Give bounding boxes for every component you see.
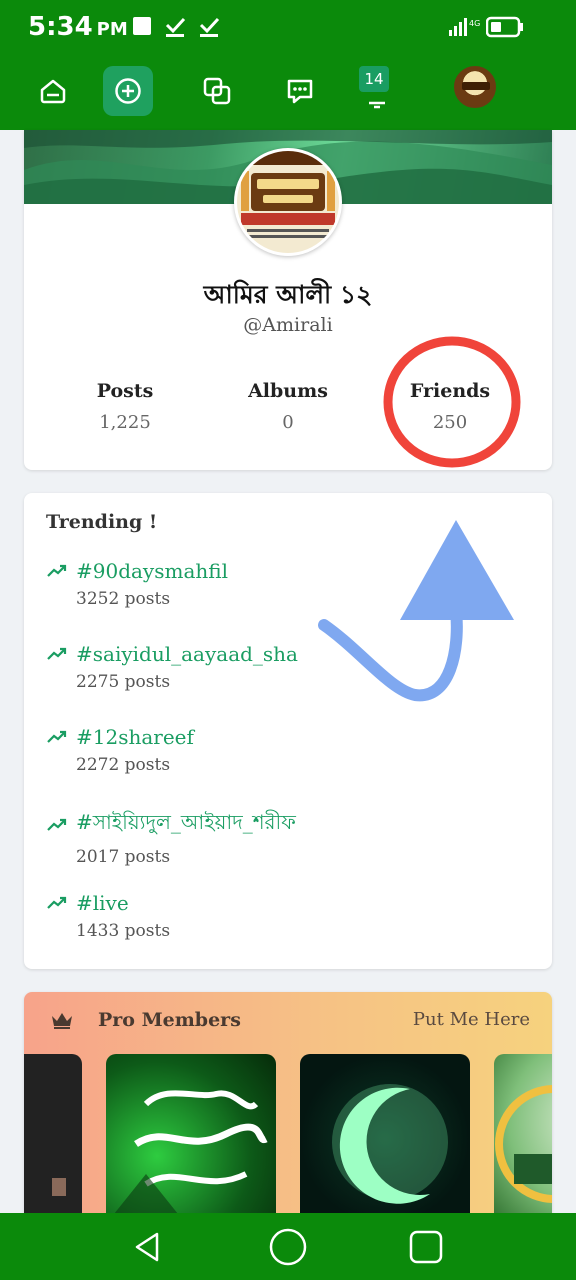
member-image: [107, 1090, 268, 1222]
pro-member-thumbnail[interactable]: [300, 1054, 470, 1222]
stat-label: Friends: [409, 380, 491, 402]
trending-up-icon: [47, 896, 67, 909]
status-ampm: PM: [96, 19, 128, 40]
trend-item[interactable]: #সাইয়্যিদুল_আইয়াদ_শরীফ 2017 posts: [46, 808, 306, 867]
pro-members-card: Pro Members Put Me Here: [24, 992, 552, 1222]
download-done-icon: [199, 17, 220, 37]
stat-label: Albums: [248, 380, 328, 402]
trend-count: 2275 posts: [76, 672, 171, 692]
trending-up-icon: [47, 564, 67, 577]
trending-title: Trending !: [46, 511, 158, 533]
nav-messages-button[interactable]: [275, 66, 325, 116]
crown-icon: [52, 1013, 72, 1029]
plus-circle-icon: [115, 78, 141, 104]
chat-icon: [287, 79, 313, 104]
battery-icon: [486, 16, 523, 38]
stat-friends[interactable]: Friends 250: [370, 380, 530, 433]
signal-icon: 4G: [449, 18, 480, 36]
trending-up-icon: [47, 730, 67, 743]
trend-count: 3252 posts: [76, 589, 171, 609]
profile-card: আমির আলী ১২ @Amirali Posts 1,225 Albums …: [24, 130, 552, 470]
trending-up-icon: [47, 818, 67, 831]
profile-avatar-image: [237, 151, 339, 253]
pro-members-title: Pro Members: [98, 1009, 241, 1031]
trending-card: Trending ! #90daysmahfil 3252 posts #sai…: [24, 493, 552, 969]
nav-home-button[interactable]: [28, 66, 78, 116]
trend-tag-text[interactable]: #সাইয়্যিদুল_আইয়াদ_শরীফ: [76, 808, 296, 841]
notification-count-badge: 14: [359, 66, 389, 92]
trend-item[interactable]: #saiyidul_aayaad_sha 2275 posts: [46, 642, 306, 692]
copy-icon: [203, 77, 231, 105]
status-time: 5:34 PM: [28, 12, 128, 42]
status-time-value: 5:34: [28, 12, 93, 42]
svg-text:4G: 4G: [469, 19, 480, 28]
trend-item[interactable]: #90daysmahfil 3252 posts: [46, 559, 306, 609]
download-done-icon: [165, 17, 186, 37]
recents-button[interactable]: [404, 1225, 448, 1269]
trend-item[interactable]: #12shareef 2272 posts: [46, 725, 306, 775]
pro-member-thumbnail[interactable]: [494, 1054, 552, 1222]
stat-label: Posts: [96, 380, 154, 402]
user-avatar[interactable]: [454, 66, 496, 108]
pro-member-thumbnail[interactable]: [106, 1054, 276, 1222]
stat-albums[interactable]: Albums 0: [208, 380, 368, 433]
home-button[interactable]: [266, 1225, 310, 1269]
trend-count: 1433 posts: [76, 921, 171, 941]
profile-name: আমির আলী ১২: [203, 280, 373, 309]
back-button[interactable]: [126, 1225, 170, 1269]
trend-tag-text[interactable]: #12shareef: [76, 725, 194, 749]
nav-create-post-button[interactable]: [103, 66, 153, 116]
back-triangle-icon: [135, 1232, 159, 1262]
home-icon: [40, 79, 66, 104]
trend-item[interactable]: #live 1433 posts: [46, 891, 306, 941]
system-navigation-bar: [0, 1213, 576, 1280]
trend-count: 2017 posts: [76, 847, 171, 867]
stop-icon: [133, 17, 151, 35]
trend-tag-text[interactable]: #90daysmahfil: [76, 559, 228, 583]
crescent-moon-image: [332, 1084, 448, 1204]
stat-value: 0: [282, 412, 294, 433]
stat-value: 1,225: [99, 412, 151, 433]
put-me-here-link[interactable]: Put Me Here: [413, 1009, 530, 1030]
stat-posts[interactable]: Posts 1,225: [45, 380, 205, 433]
home-circle-icon: [269, 1228, 307, 1266]
nav-pages-button[interactable]: [192, 66, 242, 116]
top-app-bar: 5:34 PM 4G 14: [0, 0, 576, 130]
profile-handle: @Amirali: [243, 314, 333, 336]
profile-avatar[interactable]: [234, 148, 342, 256]
trend-tag-text[interactable]: #live: [76, 891, 129, 915]
stat-value: 250: [432, 412, 468, 433]
trend-tag-text[interactable]: #saiyidul_aayaad_sha: [76, 642, 298, 666]
pro-member-thumbnail[interactable]: [24, 1054, 82, 1222]
status-bar: 5:34 PM 4G: [0, 0, 576, 58]
trend-count: 2272 posts: [76, 755, 171, 775]
member-image: [495, 1085, 552, 1203]
recents-square-icon: [409, 1230, 443, 1264]
member-image: [52, 1178, 66, 1196]
trending-up-icon: [47, 647, 67, 660]
